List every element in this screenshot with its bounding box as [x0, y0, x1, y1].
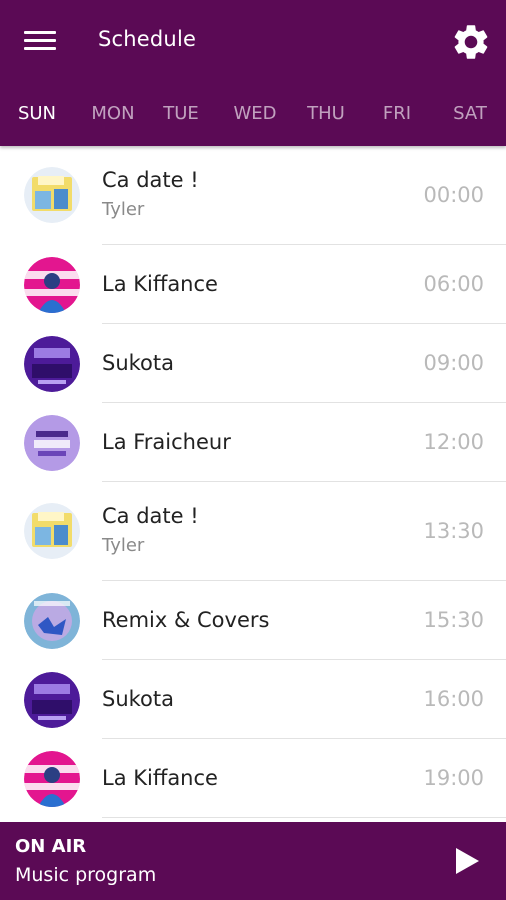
show-host: Tyler — [102, 535, 145, 556]
show-time: 09:00 — [423, 351, 484, 375]
menu-icon-line — [24, 39, 56, 42]
show-title: Remix & Covers — [102, 608, 270, 632]
tab-sat[interactable]: SAT — [438, 96, 502, 132]
row-divider — [102, 817, 506, 818]
tab-wed[interactable]: WED — [223, 96, 287, 132]
show-title: Ca date ! — [102, 168, 199, 192]
show-thumbnail — [24, 257, 80, 313]
show-time: 15:30 — [423, 608, 484, 632]
show-thumbnail — [24, 167, 80, 223]
schedule-row[interactable]: Ca date ! Tyler 13:30 — [0, 482, 506, 581]
show-title: La Kiffance — [102, 272, 218, 296]
now-playing-bar[interactable]: ON AIR Music program — [0, 822, 506, 900]
show-title: Sukota — [102, 687, 175, 711]
schedule-list: Ca date ! Tyler 00:00 La Kiffance 06:00 — [0, 146, 506, 821]
on-air-label: ON AIR — [15, 836, 87, 857]
show-thumbnail — [24, 751, 80, 807]
play-icon[interactable] — [452, 846, 482, 876]
show-thumbnail — [24, 503, 80, 559]
tab-mon[interactable]: MON — [81, 96, 145, 132]
schedule-row[interactable]: Remix & Covers 15:30 — [0, 581, 506, 660]
page-title: Schedule — [98, 27, 197, 51]
show-title: La Fraicheur — [102, 430, 231, 454]
menu-icon-line — [24, 47, 56, 50]
day-tabs: SUN MON TUE WED THU FRI SAT — [0, 96, 506, 132]
gear-icon[interactable] — [450, 21, 492, 63]
app-root: Schedule SUN MON TUE WED THU FRI SAT Ca … — [0, 0, 506, 900]
show-thumbnail — [24, 672, 80, 728]
schedule-row[interactable]: Sukota 09:00 — [0, 324, 506, 403]
show-time: 16:00 — [423, 687, 484, 711]
show-host: Tyler — [102, 199, 145, 220]
show-time: 13:30 — [423, 519, 484, 543]
show-title: Sukota — [102, 351, 175, 375]
tab-fri[interactable]: FRI — [365, 96, 429, 132]
menu-icon-line — [24, 31, 56, 34]
show-thumbnail — [24, 336, 80, 392]
tab-tue[interactable]: TUE — [149, 96, 213, 132]
toolbar: Schedule — [0, 0, 506, 82]
schedule-row[interactable]: Sukota 16:00 — [0, 660, 506, 739]
show-time: 19:00 — [423, 766, 484, 790]
schedule-row[interactable]: La Kiffance 19:00 — [0, 739, 506, 818]
show-time: 12:00 — [423, 430, 484, 454]
tab-sun[interactable]: SUN — [5, 96, 69, 132]
show-thumbnail — [24, 415, 80, 471]
schedule-row[interactable]: La Fraicheur 12:00 — [0, 403, 506, 482]
menu-icon[interactable] — [24, 29, 56, 53]
show-thumbnail — [24, 593, 80, 649]
schedule-row[interactable]: La Kiffance 06:00 — [0, 245, 506, 324]
show-time: 00:00 — [423, 183, 484, 207]
tab-thu[interactable]: THU — [294, 96, 358, 132]
show-time: 06:00 — [423, 272, 484, 296]
show-title: Ca date ! — [102, 504, 199, 528]
app-header: Schedule SUN MON TUE WED THU FRI SAT — [0, 0, 506, 146]
show-title: La Kiffance — [102, 766, 218, 790]
schedule-row[interactable]: Ca date ! Tyler 00:00 — [0, 146, 506, 245]
program-name: Music program — [15, 864, 157, 886]
